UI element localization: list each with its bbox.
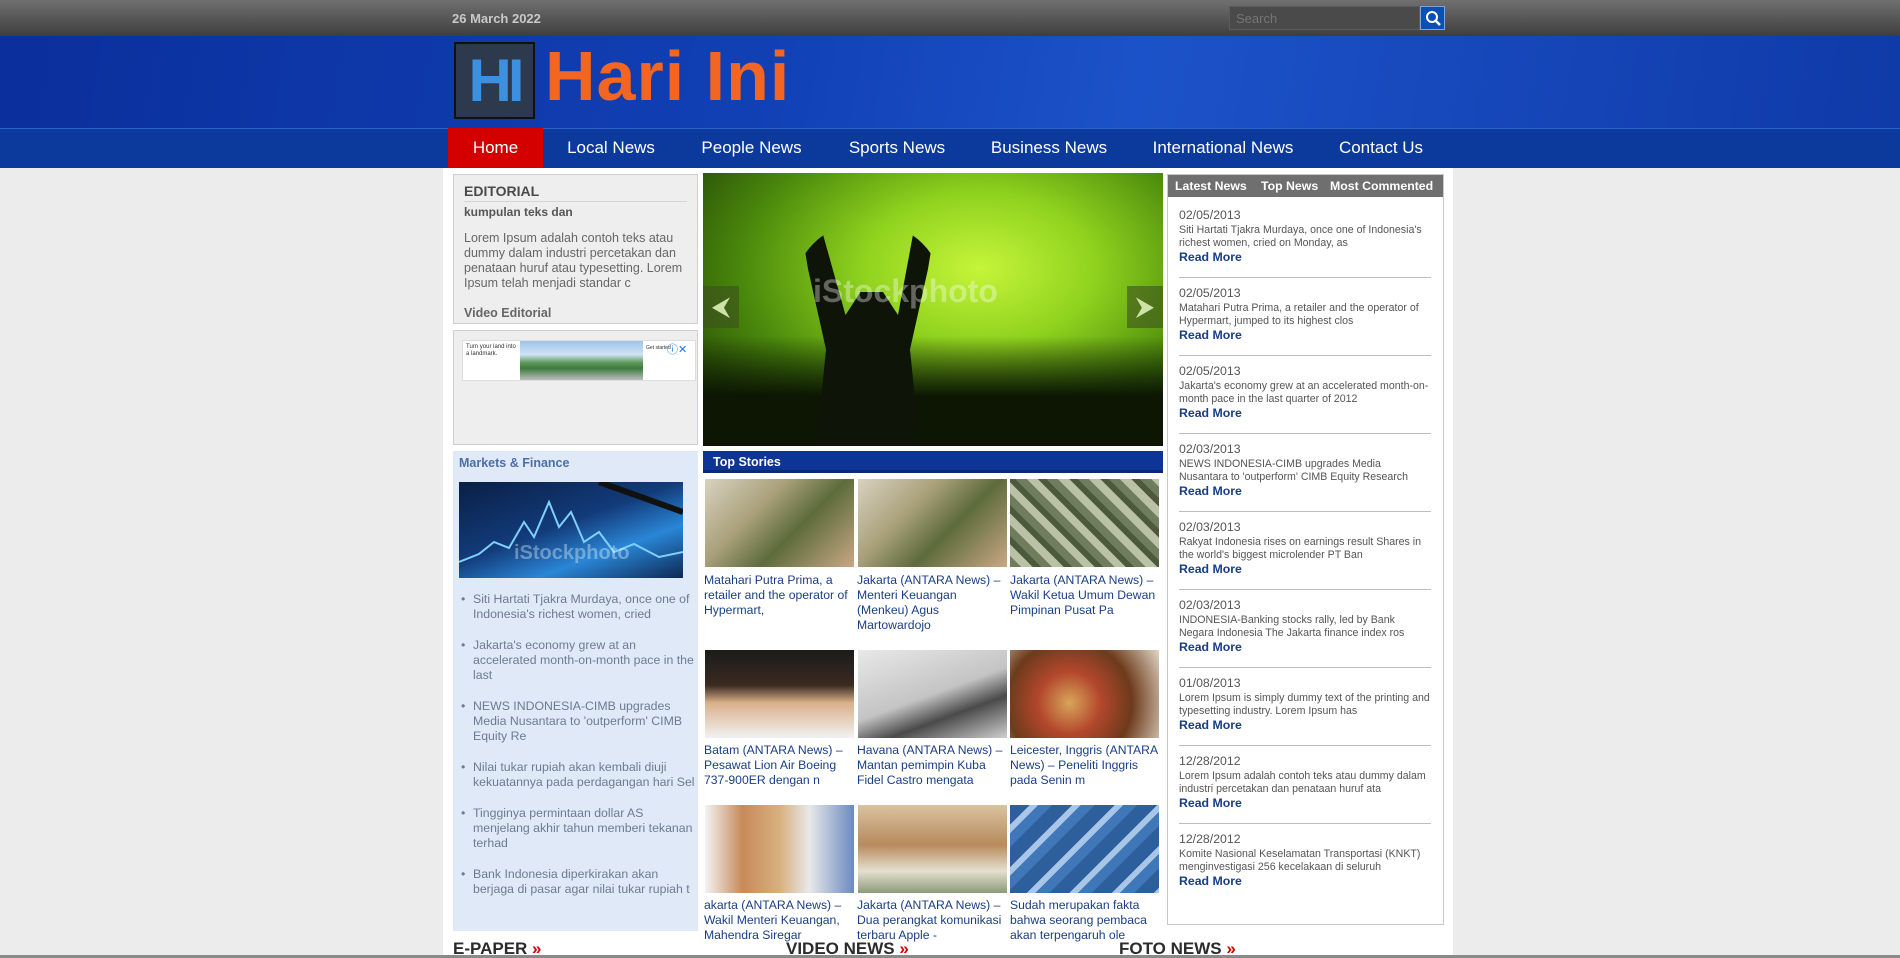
story-image-food-table[interactable] <box>1010 650 1159 738</box>
news-date: 02/05/2013 <box>1179 364 1241 378</box>
current-date: 26 March 2022 <box>452 11 541 26</box>
ad-choices-icon[interactable]: ⓘ✕ <box>667 341 687 357</box>
site-logo[interactable]: Hari Ini <box>545 36 790 116</box>
tab-top-news[interactable]: Top News <box>1261 175 1318 197</box>
news-snippet: Siti Hartati Tjakra Murdaya, once one of… <box>1179 224 1422 249</box>
story-caption[interactable]: Havana (ANTARA News) – Mantan pemimpin K… <box>857 743 1007 788</box>
latest-news-item[interactable]: 02/03/2013 Rakyat Indonesia rises on ear… <box>1179 520 1431 590</box>
story-image-money-hands[interactable] <box>705 479 854 567</box>
markets-item[interactable]: NEWS INDONESIA-CIMB upgrades Media Nusan… <box>461 699 695 744</box>
markets-item[interactable]: Nilai tukar rupiah akan kembali diuji ke… <box>461 760 695 790</box>
news-date: 02/05/2013 <box>1179 286 1241 300</box>
news-date: 12/28/2012 <box>1179 754 1241 768</box>
markets-item[interactable]: Tingginya permintaan dollar AS menjelang… <box>461 806 695 851</box>
story-caption[interactable]: Jakarta (ANTARA News) – Wakil Ketua Umum… <box>1010 573 1160 618</box>
story-caption[interactable]: akarta (ANTARA News) – Wakil Menteri Keu… <box>704 898 854 943</box>
top-stories-title: Top Stories <box>713 455 781 469</box>
read-more-link[interactable]: Read More <box>1179 406 1431 420</box>
story-image-students[interactable] <box>705 805 854 893</box>
editorial-subtitle: kumpulan teks dan <box>464 205 573 219</box>
latest-news-item[interactable]: 02/05/2013 Jakarta's economy grew at an … <box>1179 364 1431 434</box>
site-header <box>0 36 1900 128</box>
markets-list: Siti Hartati Tjakra Murdaya, once one of… <box>461 592 695 913</box>
story-image-graduate[interactable] <box>705 650 854 738</box>
read-more-link[interactable]: Read More <box>1179 328 1431 342</box>
slider-next-arrow-icon[interactable]: ⮞ <box>1127 286 1163 328</box>
slider-watermark: iStockphoto <box>813 273 998 309</box>
story-image-calculator[interactable] <box>1010 805 1159 893</box>
ad-left-text: Turn your land into a landmark. <box>466 344 516 357</box>
news-snippet: Matahari Putra Prima, a retailer and the… <box>1179 302 1419 327</box>
markets-watermark: iStockphoto <box>514 542 630 564</box>
news-snippet: INDONESIA-Banking stocks rally, led by B… <box>1179 614 1405 639</box>
search-input[interactable] <box>1229 6 1420 30</box>
read-more-link[interactable]: Read More <box>1179 484 1431 498</box>
latest-news-item[interactable]: 01/08/2013 Lorem Ipsum is simply dummy t… <box>1179 676 1431 746</box>
ad-image[interactable] <box>520 341 643 380</box>
markets-item[interactable]: Bank Indonesia diperkirakan akan berjaga… <box>461 867 695 897</box>
news-date: 02/03/2013 <box>1179 442 1241 456</box>
news-snippet: Lorem Ipsum is simply dummy text of the … <box>1179 692 1430 717</box>
story-caption[interactable]: Batam (ANTARA News) – Pesawat Lion Air B… <box>704 743 854 788</box>
slider-crowd <box>703 336 1163 446</box>
news-date: 12/28/2012 <box>1179 832 1241 846</box>
latest-news-item[interactable]: 12/28/2012 Lorem Ipsum adalah contoh tek… <box>1179 754 1431 824</box>
latest-news-item[interactable]: 02/03/2013 NEWS INDONESIA-CIMB upgrades … <box>1179 442 1431 512</box>
news-snippet: Rakyat Indonesia rises on earnings resul… <box>1179 536 1422 561</box>
read-more-link[interactable]: Read More <box>1179 796 1431 810</box>
story-caption[interactable]: Leicester, Inggris (ANTARA News) – Penel… <box>1010 743 1160 788</box>
read-more-link[interactable]: Read More <box>1179 718 1431 732</box>
tab-most-commented[interactable]: Most Commented <box>1330 175 1433 197</box>
story-caption[interactable]: Jakarta (ANTARA News) – Dua perangkat ko… <box>857 898 1007 943</box>
read-more-link[interactable]: Read More <box>1179 562 1431 576</box>
latest-news-item[interactable]: 12/28/2012 Komite Nasional Keselamatan T… <box>1179 832 1431 902</box>
latest-news-item[interactable]: 02/03/2013 INDONESIA-Banking stocks rall… <box>1179 598 1431 668</box>
story-caption[interactable]: Matahari Putra Prima, a retailer and the… <box>704 573 854 618</box>
tab-latest-news[interactable]: Latest News <box>1175 175 1247 197</box>
story-image-man-cash[interactable] <box>858 805 1007 893</box>
logo-mark[interactable]: HI <box>454 42 535 119</box>
story-image-chart-hand[interactable] <box>858 650 1007 738</box>
editorial-title: EDITORIAL <box>464 183 687 202</box>
editorial-panel: EDITORIAL kumpulan teks dan Lorem Ipsum … <box>453 174 698 324</box>
search-button[interactable] <box>1420 6 1445 30</box>
nav-people-news[interactable]: People News <box>694 128 809 168</box>
story-caption[interactable]: Jakarta (ANTARA News) – Menteri Keuangan… <box>857 573 1007 633</box>
featured-slider[interactable]: iStockphoto <box>703 173 1163 446</box>
nav-contact-us[interactable]: Contact Us <box>1333 128 1429 168</box>
news-date: 02/03/2013 <box>1179 520 1241 534</box>
nav-sports-news[interactable]: Sports News <box>843 128 951 168</box>
latest-news-item[interactable]: 02/05/2013 Siti Hartati Tjakra Murdaya, … <box>1179 208 1431 278</box>
story-caption[interactable]: Sudah merupakan fakta bahwa seorang pemb… <box>1010 898 1160 943</box>
nav-business-news[interactable]: Business News <box>986 128 1112 168</box>
news-snippet: NEWS INDONESIA-CIMB upgrades Media Nusan… <box>1179 458 1408 483</box>
top-bar <box>0 0 1900 36</box>
nav-home[interactable]: Home <box>448 128 543 168</box>
news-snippet: Jakarta's economy grew at an accelerated… <box>1179 380 1429 405</box>
story-image-money-pile[interactable] <box>1010 479 1159 567</box>
slider-prev-arrow-icon[interactable]: ⮜ <box>703 286 739 328</box>
markets-item[interactable]: Siti Hartati Tjakra Murdaya, once one of… <box>461 592 695 622</box>
editorial-body: Lorem Ipsum adalah contoh teks atau dumm… <box>464 231 683 290</box>
read-more-link[interactable]: Read More <box>1179 640 1431 654</box>
markets-image[interactable]: iStockphoto <box>459 482 683 578</box>
story-image-money-hands[interactable] <box>858 479 1007 567</box>
read-more-link[interactable]: Read More <box>1179 250 1431 264</box>
read-more-link[interactable]: Read More <box>1179 874 1431 888</box>
search-icon <box>1426 11 1441 26</box>
markets-title[interactable]: Markets & Finance <box>459 456 569 470</box>
latest-news-item[interactable]: 02/05/2013 Matahari Putra Prima, a retai… <box>1179 286 1431 356</box>
video-editorial-link[interactable]: Video Editorial <box>464 306 687 320</box>
news-snippet: Komite Nasional Keselamatan Transportasi… <box>1179 848 1421 873</box>
news-date: 01/08/2013 <box>1179 676 1241 690</box>
nav-international-news[interactable]: International News <box>1148 128 1298 168</box>
news-date: 02/03/2013 <box>1179 598 1241 612</box>
news-snippet: Lorem Ipsum adalah contoh teks atau dumm… <box>1179 770 1426 795</box>
nav-local-news[interactable]: Local News <box>556 128 666 168</box>
markets-item[interactable]: Jakarta's economy grew at an accelerated… <box>461 638 695 683</box>
news-date: 02/05/2013 <box>1179 208 1241 222</box>
